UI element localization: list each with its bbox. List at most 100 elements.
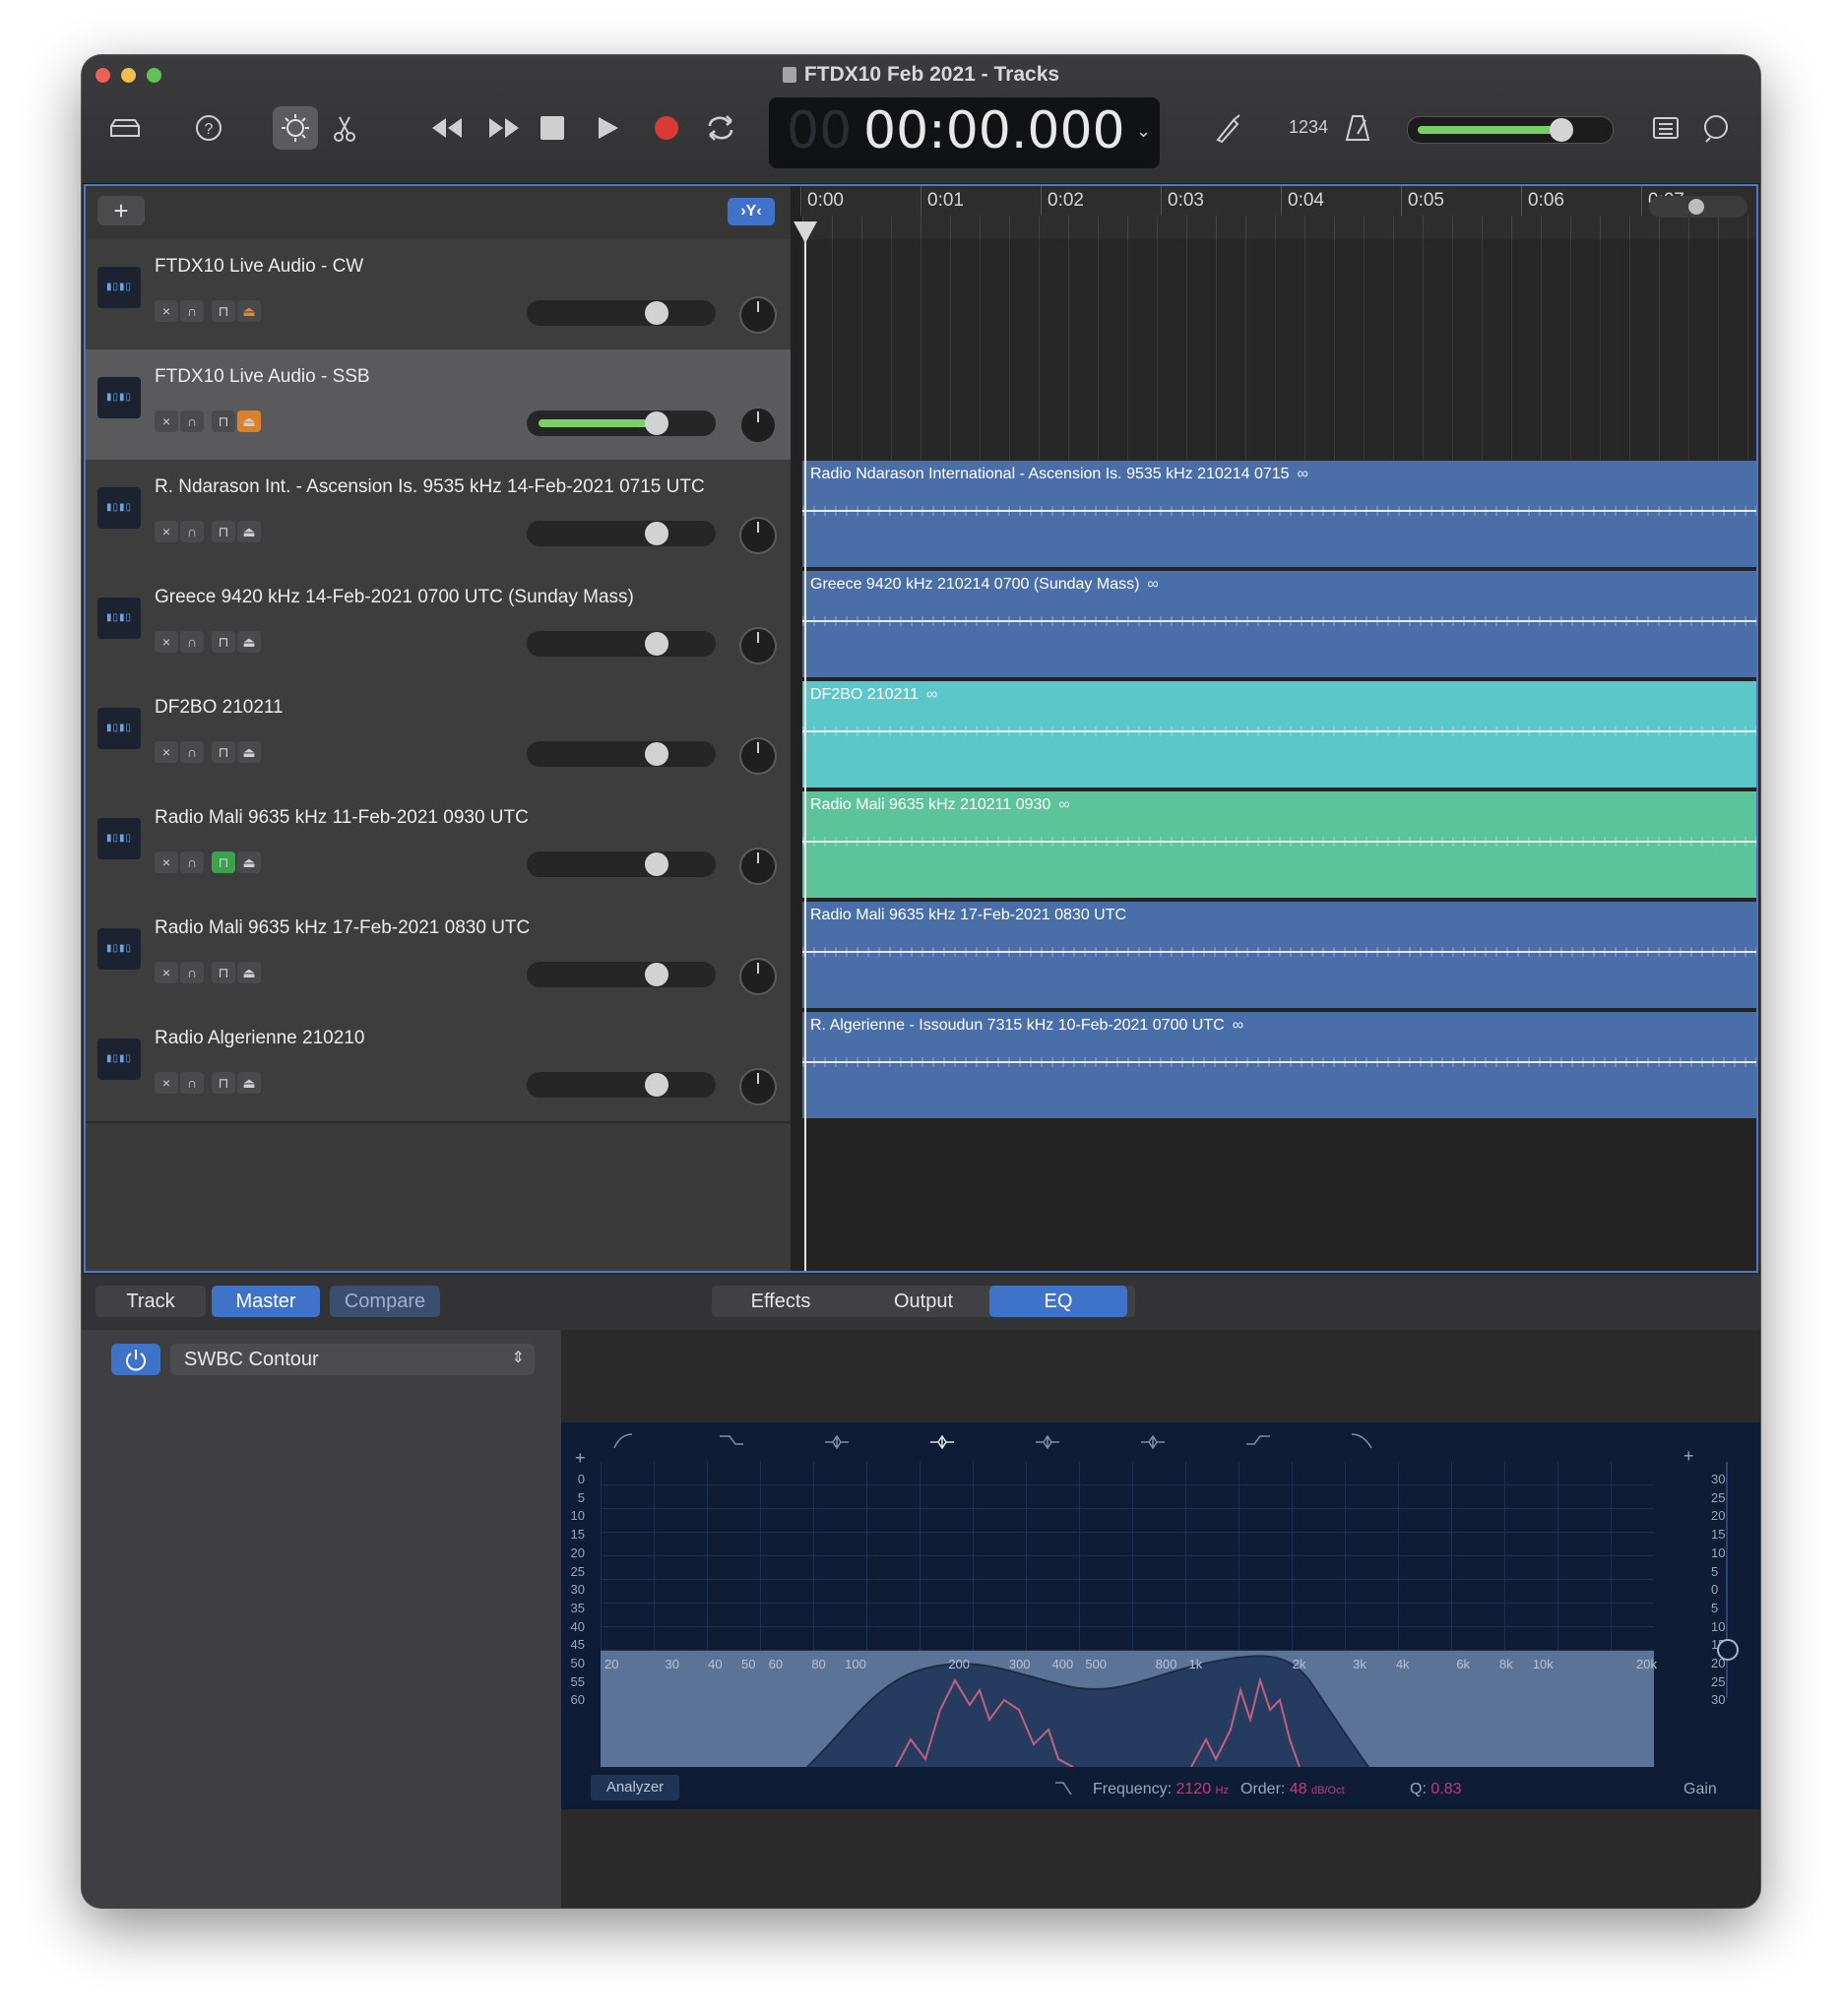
track-volume-knob[interactable] <box>644 963 668 986</box>
track-volume-slider[interactable] <box>527 631 716 657</box>
track-pan-knob[interactable] <box>739 627 777 664</box>
record-enable-icon[interactable]: ⏏ <box>237 851 261 873</box>
lock-icon[interactable]: ⊓ <box>212 521 235 542</box>
track-volume-knob[interactable] <box>644 1073 668 1097</box>
play-icon[interactable] <box>594 114 621 142</box>
bell-icon[interactable] <box>1139 1430 1169 1454</box>
add-track-button[interactable]: + <box>97 196 145 225</box>
analyzer-button[interactable]: Analyzer <box>591 1775 679 1800</box>
lock-icon[interactable]: ⊓ <box>212 631 235 653</box>
catch-playhead-button[interactable]: ›Y‹ <box>728 198 775 225</box>
lock-icon[interactable]: ⊓ <box>212 741 235 763</box>
audio-region[interactable]: DF2BO 210211 ∞ <box>802 681 1756 788</box>
track-volume-knob[interactable] <box>644 522 668 545</box>
headphones-icon[interactable]: ∩ <box>180 1072 204 1094</box>
track-volume-knob[interactable] <box>644 301 668 325</box>
headphones-icon[interactable]: ∩ <box>180 851 204 873</box>
master-volume-slider[interactable] <box>1407 116 1614 144</box>
zoom-slider[interactable] <box>1649 196 1747 218</box>
eq-curve[interactable] <box>807 1656 1368 1767</box>
track-volume-slider[interactable] <box>527 300 716 326</box>
smart-controls-icon[interactable] <box>273 106 318 150</box>
stop-icon[interactable] <box>540 116 564 140</box>
playhead[interactable] <box>794 221 817 1271</box>
help-icon[interactable]: ? <box>193 112 224 144</box>
lock-icon[interactable]: ⊓ <box>212 1072 235 1094</box>
track-pan-knob[interactable] <box>739 737 777 775</box>
track-header[interactable]: ▮▯▮▯ Greece 9420 kHz 14-Feb-2021 0700 UTC… <box>86 570 791 682</box>
track-volume-slider[interactable] <box>527 741 716 767</box>
track-volume-knob[interactable] <box>644 411 668 435</box>
audio-region[interactable]: Radio Mali 9635 kHz 17-Feb-2021 0830 UTC <box>802 902 1756 1008</box>
record-enable-icon[interactable]: ⏏ <box>237 741 261 763</box>
track-volume-slider[interactable] <box>527 1072 716 1098</box>
mute-icon[interactable]: × <box>155 300 178 322</box>
track-volume-slider[interactable] <box>527 851 716 877</box>
audio-region[interactable]: Radio Ndarason International - Ascension… <box>802 461 1756 567</box>
tuner-icon[interactable] <box>1212 112 1243 144</box>
lock-icon[interactable]: ⊓ <box>212 300 235 322</box>
chevron-down-icon[interactable]: ⌄ <box>1136 121 1151 142</box>
low-shelf-icon[interactable] <box>718 1430 747 1454</box>
timeline-ruler[interactable]: 0:000:010:020:030:040:050:060:07 <box>800 186 1756 239</box>
track-header[interactable]: ▮▯▮▯ Radio Algerienne 210210 × ∩ ⊓ ⏏ <box>86 1011 791 1123</box>
track-pan-knob[interactable] <box>739 517 777 554</box>
headphones-icon[interactable]: ∩ <box>180 410 204 432</box>
track-pan-knob[interactable] <box>739 296 777 334</box>
tab-track[interactable]: Track <box>95 1286 206 1317</box>
track-pan-knob[interactable] <box>739 1068 777 1105</box>
headphones-icon[interactable]: ∩ <box>180 741 204 763</box>
track-volume-slider[interactable] <box>527 521 716 546</box>
track-header[interactable]: ▮▯▮▯ Radio Mali 9635 kHz 17-Feb-2021 0830… <box>86 901 791 1013</box>
track-header[interactable]: ▮▯▮▯ Radio Mali 9635 kHz 11-Feb-2021 0930… <box>86 790 791 903</box>
lcd-display[interactable]: 00 00:00.000 ⌄ <box>769 97 1160 168</box>
tab-master[interactable]: Master <box>212 1286 320 1317</box>
record-enable-icon[interactable]: ⏏ <box>237 631 261 653</box>
right-plus-button[interactable]: + <box>1683 1446 1694 1467</box>
count-in-button[interactable]: 1234 <box>1289 117 1328 138</box>
rewind-icon[interactable] <box>428 114 466 142</box>
track-volume-slider[interactable] <box>527 410 716 436</box>
headphones-icon[interactable]: ∩ <box>180 962 204 983</box>
loops-icon[interactable] <box>1700 112 1732 144</box>
record-enable-icon[interactable]: ⏏ <box>237 962 261 983</box>
preset-select[interactable]: SWBC Contour ⇕ <box>170 1344 535 1375</box>
scissors-icon[interactable] <box>330 112 359 144</box>
mute-icon[interactable]: × <box>155 521 178 542</box>
low-cut-icon[interactable] <box>612 1430 642 1454</box>
gain-slider-knob[interactable] <box>1717 1639 1739 1661</box>
track-pan-knob[interactable] <box>739 848 777 885</box>
track-volume-slider[interactable] <box>527 962 716 987</box>
tab-effects[interactable]: Effects <box>712 1286 850 1317</box>
power-icon[interactable] <box>111 1344 160 1375</box>
track-header[interactable]: ▮▯▮▯ FTDX10 Live Audio - SSB × ∩ ⊓ ⏏ <box>86 349 791 462</box>
lock-icon[interactable]: ⊓ <box>212 410 235 432</box>
track-pan-knob[interactable] <box>739 958 777 995</box>
order-value[interactable]: 48 <box>1290 1781 1307 1797</box>
lock-icon[interactable]: ⊓ <box>212 962 235 983</box>
track-header[interactable]: ▮▯▮▯ DF2BO 210211 × ∩ ⊓ ⏏ <box>86 680 791 792</box>
mute-icon[interactable]: × <box>155 851 178 873</box>
audio-region[interactable]: R. Algerienne - Issoudun 7315 kHz 10-Feb… <box>802 1012 1756 1118</box>
bell-icon[interactable] <box>1034 1430 1063 1454</box>
record-enable-icon[interactable]: ⏏ <box>237 1072 261 1094</box>
frequency-value[interactable]: 2120 <box>1176 1781 1212 1797</box>
zoom-slider-knob[interactable] <box>1688 199 1704 215</box>
record-enable-icon[interactable]: ⏏ <box>237 410 261 432</box>
playhead-handle[interactable] <box>794 221 817 243</box>
high-cut-icon[interactable] <box>1350 1430 1379 1454</box>
track-divider[interactable] <box>791 186 802 1271</box>
mute-icon[interactable]: × <box>155 631 178 653</box>
audio-region[interactable]: Greece 9420 kHz 210214 0700 (Sunday Mass… <box>802 571 1756 677</box>
high-shelf-icon[interactable] <box>1244 1430 1274 1454</box>
headphones-icon[interactable]: ∩ <box>180 631 204 653</box>
audio-region[interactable]: Radio Mali 9635 kHz 210211 0930 ∞ <box>802 791 1756 898</box>
record-enable-icon[interactable]: ⏏ <box>237 300 261 322</box>
library-icon[interactable] <box>107 112 143 144</box>
tab-eq[interactable]: EQ <box>989 1286 1127 1317</box>
headphones-icon[interactable]: ∩ <box>180 300 204 322</box>
record-enable-icon[interactable]: ⏏ <box>237 521 261 542</box>
master-volume-knob[interactable] <box>1549 118 1573 142</box>
tab-output[interactable]: Output <box>855 1286 992 1317</box>
mute-icon[interactable]: × <box>155 962 178 983</box>
